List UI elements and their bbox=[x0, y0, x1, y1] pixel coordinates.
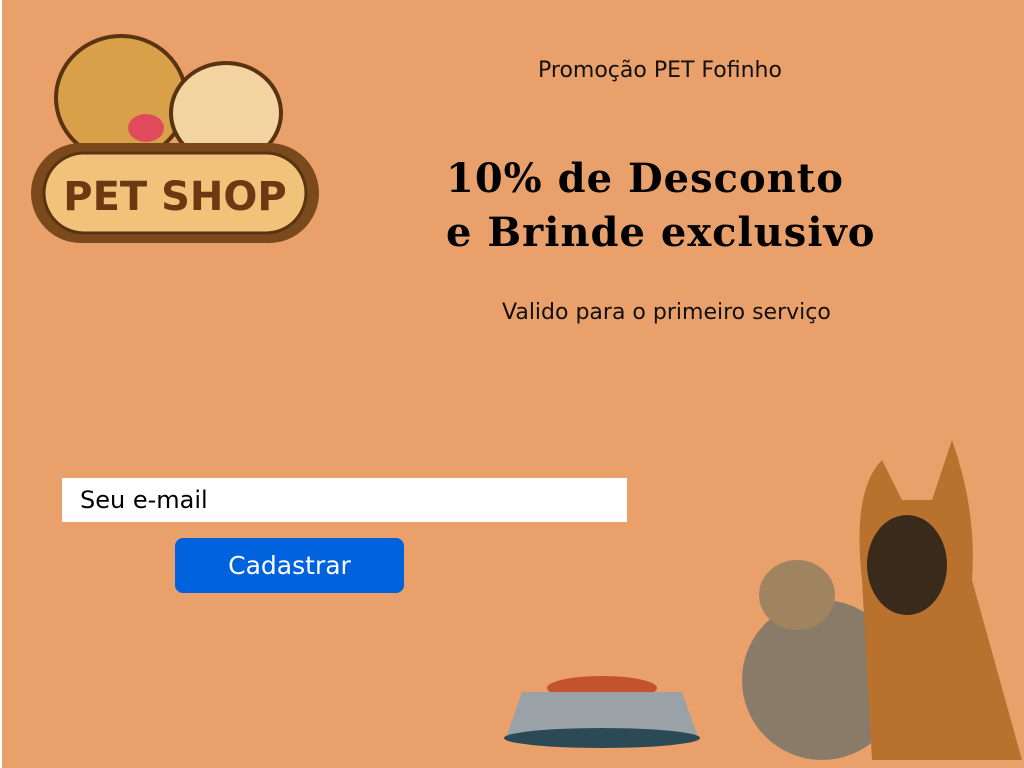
promo-title: Promoção PET Fofinho bbox=[538, 58, 782, 83]
pets-image bbox=[504, 440, 1022, 760]
promo-headline: 10% de Desconto e Brinde exclusivo bbox=[446, 152, 875, 260]
logo-text: PET SHOP bbox=[63, 174, 286, 220]
headline-line-1: 10% de Desconto bbox=[446, 155, 844, 202]
headline-line-2: e Brinde exclusivo bbox=[446, 209, 876, 256]
cadastrar-button[interactable]: Cadastrar bbox=[175, 538, 404, 593]
pet-shop-logo: PET SHOP bbox=[31, 34, 319, 243]
promo-subtitle: Valido para o primeiro serviço bbox=[502, 300, 831, 325]
